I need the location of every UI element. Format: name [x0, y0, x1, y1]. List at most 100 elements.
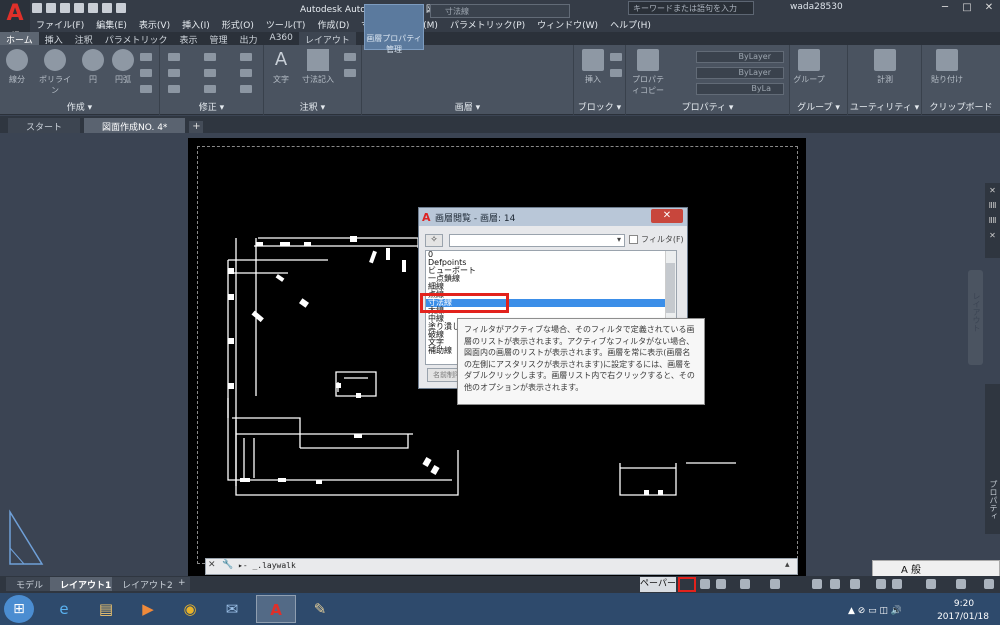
leader-icon[interactable] [344, 53, 356, 61]
polar-icon[interactable] [716, 579, 726, 589]
keyword-search-input[interactable]: キーワードまたは語句を入力 [628, 1, 754, 15]
move-icon[interactable] [168, 53, 180, 61]
chrome-icon[interactable]: ◉ [170, 595, 210, 623]
layout-palette[interactable]: レイアウト [968, 270, 983, 365]
create-block-icon[interactable] [610, 53, 622, 61]
group-utilities-label[interactable]: ユーティリティ ▾ [848, 100, 921, 113]
tab-home[interactable]: ホーム [0, 32, 39, 46]
paper-space-button[interactable]: ペーパー [640, 577, 676, 592]
layer-properties-button[interactable]: 画層プロパティ管理 [364, 4, 424, 54]
filter-wildcard-button[interactable]: ✧ [425, 234, 443, 247]
command-prompt[interactable]: ▸- _.laywalk [238, 561, 296, 570]
dimension-tool[interactable]: 寸法記入 [298, 49, 338, 91]
annotation-scale-icon[interactable] [812, 579, 822, 589]
measure-tool[interactable]: 計測 [870, 49, 900, 91]
rotate-icon[interactable] [204, 53, 216, 61]
group-draw-label[interactable]: 作成 ▾ [0, 100, 159, 113]
media-player-icon[interactable]: ▶ [128, 595, 168, 623]
insert-block-tool[interactable]: 挿入 [578, 49, 608, 91]
print-icon[interactable] [88, 3, 98, 13]
menu-help[interactable]: ヘルプ(H) [604, 16, 657, 32]
plus-icon[interactable] [876, 579, 886, 589]
palette-close-icon[interactable]: ✕ [985, 183, 1000, 198]
mirror-icon[interactable] [204, 69, 216, 77]
group-annotation-label[interactable]: 注釈 ▾ [264, 100, 361, 113]
filter-checkbox[interactable] [629, 235, 638, 244]
palette-close-icon[interactable]: ✕ [985, 228, 1000, 243]
thunderbird-icon[interactable]: ✉ [212, 595, 252, 623]
array-icon[interactable] [240, 85, 252, 93]
menu-edit[interactable]: 編集(E) [90, 16, 133, 32]
tab-layout1[interactable]: レイアウト1 [50, 577, 122, 591]
tab-annotate[interactable]: 注釈 [69, 32, 99, 46]
close-window-button[interactable]: ✕ [978, 0, 1000, 16]
stretch-icon[interactable] [168, 85, 180, 93]
copy-icon[interactable] [168, 69, 180, 77]
ie-icon[interactable]: e [44, 595, 84, 623]
ime-language-bar[interactable]: A 般 [872, 560, 1000, 577]
group-layers-label[interactable]: 画層 ▾ [362, 100, 573, 113]
palette-grip-icon[interactable]: ⅡⅡ [985, 198, 1000, 213]
autocad-logo-icon[interactable]: ALT [0, 0, 30, 38]
polyline-tool[interactable]: ポリライン [36, 49, 74, 95]
clock-date[interactable]: 2017/01/18 [936, 612, 990, 622]
tab-model[interactable]: モデル [6, 577, 54, 591]
tab-layout[interactable]: レイアウト [298, 32, 356, 46]
menu-window[interactable]: ウィンドウ(W) [531, 16, 604, 32]
arc-tool[interactable]: 円弧 [108, 49, 138, 91]
isolate-icon[interactable] [926, 579, 936, 589]
minimize-button[interactable]: ─ [934, 0, 956, 16]
annotation-visibility-icon[interactable] [830, 579, 840, 589]
graphics-performance-icon[interactable] [892, 579, 902, 589]
layer-item[interactable]: ビューポート [426, 267, 676, 275]
edit-block-icon[interactable] [610, 69, 622, 77]
trim-icon[interactable] [240, 53, 252, 61]
paint-icon[interactable]: ✎ [300, 595, 340, 623]
group-block-label[interactable]: ブロック ▾ [574, 100, 625, 113]
group-tool[interactable]: グループ [792, 49, 826, 91]
group-clipboard-label[interactable]: クリップボード [922, 100, 1000, 113]
command-line[interactable]: ✕ 🔧 ▸- _.laywalk ▴ [205, 558, 798, 575]
add-layout-button[interactable]: + [174, 577, 190, 591]
hatch-icon[interactable] [140, 69, 152, 77]
explorer-icon[interactable]: ▤ [86, 595, 126, 623]
fullscreen-icon[interactable] [956, 579, 966, 589]
tab-insert[interactable]: 挿入 [39, 32, 69, 46]
maximize-button[interactable]: □ [956, 0, 978, 16]
close-icon[interactable]: ✕ [208, 560, 220, 570]
tab-parametric[interactable]: パラメトリック [99, 32, 174, 46]
system-tray[interactable]: ▲ ⊘ ▭ ◫ 🔊 [848, 606, 938, 618]
lineweight-bylayer-select[interactable]: ByLa [696, 83, 784, 95]
circle-tool[interactable]: 円 [78, 49, 108, 91]
model-toggle-highlight[interactable] [678, 577, 696, 592]
lineweight-icon[interactable] [770, 579, 780, 589]
save-as-icon[interactable] [74, 3, 84, 13]
tab-drawing[interactable]: 図面作成NO. 4* [84, 118, 186, 133]
command-history-icon[interactable]: ▴ [785, 560, 790, 570]
tab-start[interactable]: スタート [8, 118, 81, 133]
customization-icon[interactable] [984, 579, 994, 589]
filter-dropdown[interactable]: ▾ [449, 234, 625, 247]
gradient-icon[interactable] [140, 85, 152, 93]
undo-icon[interactable] [102, 3, 112, 13]
menu-draw[interactable]: 作成(D) [311, 16, 355, 32]
scrollbar-thumb[interactable] [666, 263, 675, 313]
linetype-bylayer-select[interactable]: ByLayer [696, 67, 784, 79]
menu-format[interactable]: 形式(O) [216, 16, 260, 32]
redo-icon[interactable] [116, 3, 126, 13]
autocad-icon[interactable]: A [256, 595, 296, 623]
user-name[interactable]: wada28530 [790, 2, 843, 12]
palette-grip-icon[interactable]: ⅡⅡ [985, 213, 1000, 228]
palette-controls[interactable]: ✕ ⅡⅡ ⅡⅡ ✕ [985, 183, 1000, 258]
menu-tools[interactable]: ツール(T) [260, 16, 312, 32]
fillet-icon[interactable] [240, 69, 252, 77]
color-bylayer-select[interactable]: ByLayer [696, 51, 784, 63]
group-properties-label[interactable]: プロパティ ▾ [626, 100, 789, 113]
layer-item[interactable]: 細線 [426, 283, 676, 291]
layer-dropdown[interactable]: 寸法線 [430, 4, 570, 18]
new-file-icon[interactable] [32, 3, 42, 13]
text-tool[interactable]: A 文字 [266, 49, 296, 91]
tab-output[interactable]: 出力 [234, 32, 264, 46]
line-tool[interactable]: 線分 [2, 49, 32, 91]
menu-parametric[interactable]: パラメトリック(P) [444, 16, 531, 32]
